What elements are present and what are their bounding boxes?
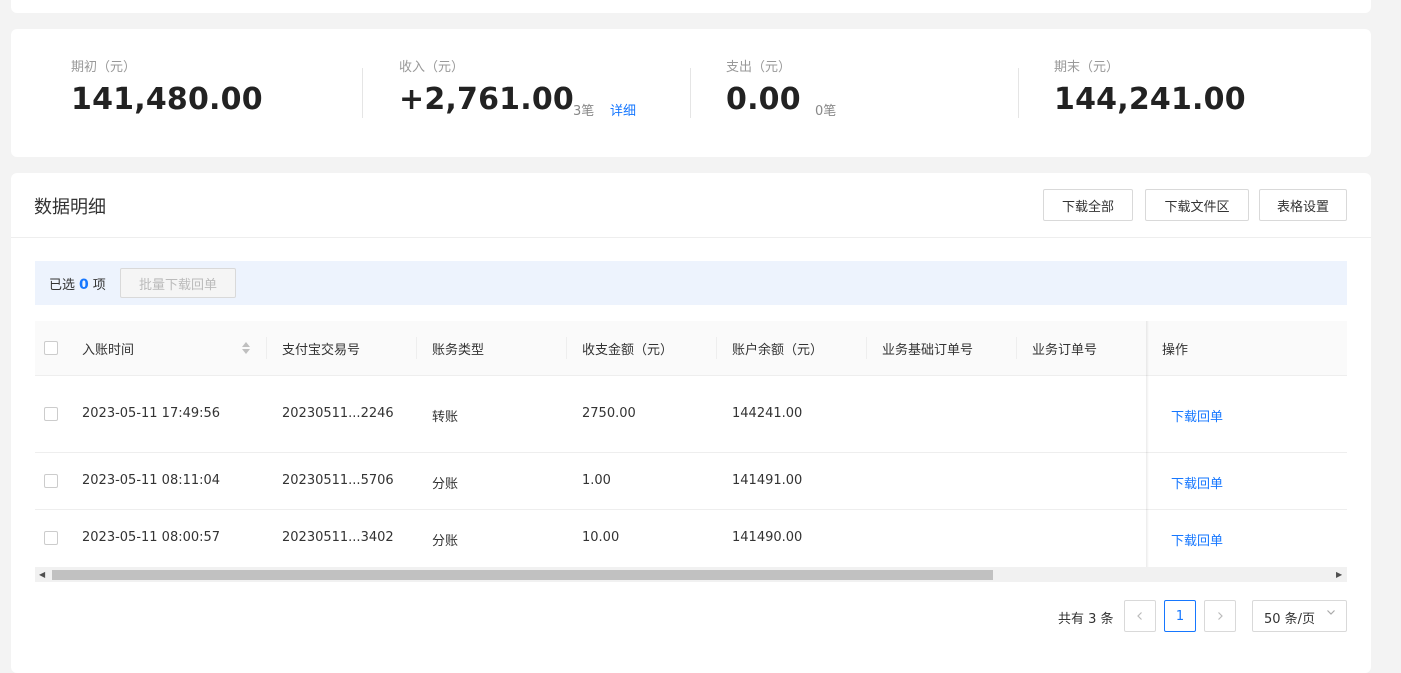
column-separator — [866, 337, 867, 359]
page-1-button[interactable]: 1 — [1164, 600, 1196, 632]
summary-card: 期初（元） 141,480.00 收入（元） +2,761.00 3笔 详细 支… — [11, 29, 1371, 157]
cell-balance: 144241.00 — [732, 406, 803, 421]
section-title: 数据明细 — [34, 197, 106, 218]
next-page-button[interactable] — [1204, 600, 1236, 632]
table-row: 2023-05-11 08:11:04 20230511...5706 分账 1… — [35, 453, 1347, 510]
column-header-balance: 账户余额（元） — [732, 343, 824, 358]
selection-bar: 已选 0 项 批量下载回单 — [35, 261, 1347, 305]
page-size-value: 50 条/页 — [1264, 612, 1316, 627]
column-separator — [416, 337, 417, 359]
row-checkbox[interactable] — [44, 474, 58, 488]
page-size-select[interactable]: 50 条/页 — [1252, 600, 1347, 632]
closing-balance-label: 期末（元） — [1054, 60, 1120, 75]
selection-count: 0 — [79, 277, 89, 293]
cell-balance: 141490.00 — [732, 530, 803, 545]
expense-value: 0.00 — [726, 82, 801, 117]
table-row: 2023-05-11 17:49:56 20230511...2246 转账 2… — [35, 376, 1347, 453]
fixed-column-shadow — [1146, 321, 1149, 567]
opening-balance-label: 期初（元） — [71, 60, 137, 75]
income-detail-link[interactable]: 详细 — [610, 100, 636, 119]
top-card-strip — [11, 0, 1371, 13]
column-separator — [716, 337, 717, 359]
download-files-button[interactable]: 下载文件区 — [1145, 189, 1249, 221]
stat-divider — [362, 68, 363, 118]
prev-page-button[interactable] — [1124, 600, 1156, 632]
row-checkbox[interactable] — [44, 531, 58, 545]
cell-amount: 1.00 — [582, 473, 611, 488]
cell-trade-no: 20230511...5706 — [282, 473, 394, 488]
cell-amount: 10.00 — [582, 530, 620, 545]
selection-prefix: 已选 — [49, 278, 76, 293]
column-header-base-order: 业务基础订单号 — [882, 343, 974, 358]
cell-trade-no: 20230511...2246 — [282, 406, 394, 421]
scrollbar-thumb[interactable] — [52, 570, 993, 580]
cell-type: 转账 — [432, 410, 459, 425]
cell-balance: 141491.00 — [732, 473, 803, 488]
column-separator — [566, 337, 567, 359]
cell-type: 分账 — [432, 534, 459, 549]
stat-divider — [690, 68, 691, 118]
column-header-time[interactable]: 入账时间 — [82, 339, 134, 358]
download-all-button[interactable]: 下载全部 — [1043, 189, 1133, 221]
expense-label: 支出（元） — [726, 60, 792, 75]
scroll-left-arrow-icon[interactable]: ◀ — [39, 570, 45, 579]
column-header-amount: 收支金额（元） — [582, 343, 674, 358]
row-checkbox[interactable] — [44, 407, 58, 421]
chevron-left-icon — [1137, 612, 1142, 620]
pagination-total: 共有 3 条 — [1058, 612, 1114, 627]
income-count: 3笔 — [573, 104, 595, 119]
column-header-action: 操作 — [1162, 343, 1189, 358]
download-receipt-link[interactable]: 下载回单 — [1171, 530, 1223, 549]
closing-balance-value: 144,241.00 — [1054, 82, 1246, 117]
header-divider — [11, 237, 1371, 238]
chevron-down-icon — [1326, 607, 1336, 620]
column-separator — [266, 337, 267, 359]
scroll-right-arrow-icon[interactable]: ▶ — [1336, 570, 1342, 579]
opening-balance-value: 141,480.00 — [71, 82, 263, 117]
cell-amount: 2750.00 — [582, 406, 636, 421]
selection-suffix: 项 — [92, 278, 106, 293]
chevron-right-icon — [1218, 612, 1223, 620]
income-label: 收入（元） — [399, 60, 465, 75]
horizontal-scrollbar[interactable]: ◀ ▶ — [35, 567, 1347, 582]
stat-divider — [1018, 68, 1019, 118]
selection-status: 已选 0 项 — [49, 274, 106, 293]
batch-download-button[interactable]: 批量下载回单 — [120, 268, 236, 298]
table-header: 入账时间 支付宝交易号 账务类型 收支金额（元） 账户余额（元） 业务基础订单号… — [35, 321, 1347, 376]
sort-icon[interactable] — [241, 340, 251, 356]
select-all-checkbox[interactable] — [44, 341, 58, 355]
data-detail-card: 数据明细 下载全部 下载文件区 表格设置 已选 0 项 批量下载回单 入账时间 支付… — [11, 173, 1371, 673]
cell-time: 2023-05-11 08:00:57 — [82, 530, 221, 545]
column-header-trade-no: 支付宝交易号 — [282, 343, 361, 358]
column-header-type: 账务类型 — [432, 343, 485, 358]
download-receipt-link[interactable]: 下载回单 — [1171, 473, 1223, 492]
download-receipt-link[interactable]: 下载回单 — [1171, 406, 1223, 425]
cell-time: 2023-05-11 17:49:56 — [82, 406, 221, 421]
column-separator — [1016, 337, 1017, 359]
cell-time: 2023-05-11 08:11:04 — [82, 473, 221, 488]
cell-type: 分账 — [432, 477, 459, 492]
expense-count: 0笔 — [815, 104, 837, 119]
cell-trade-no: 20230511...3402 — [282, 530, 394, 545]
table-row: 2023-05-11 08:00:57 20230511...3402 分账 1… — [35, 510, 1347, 567]
income-value: +2,761.00 — [399, 82, 574, 117]
table-settings-button[interactable]: 表格设置 — [1259, 189, 1347, 221]
column-header-order: 业务订单号 — [1032, 343, 1098, 358]
